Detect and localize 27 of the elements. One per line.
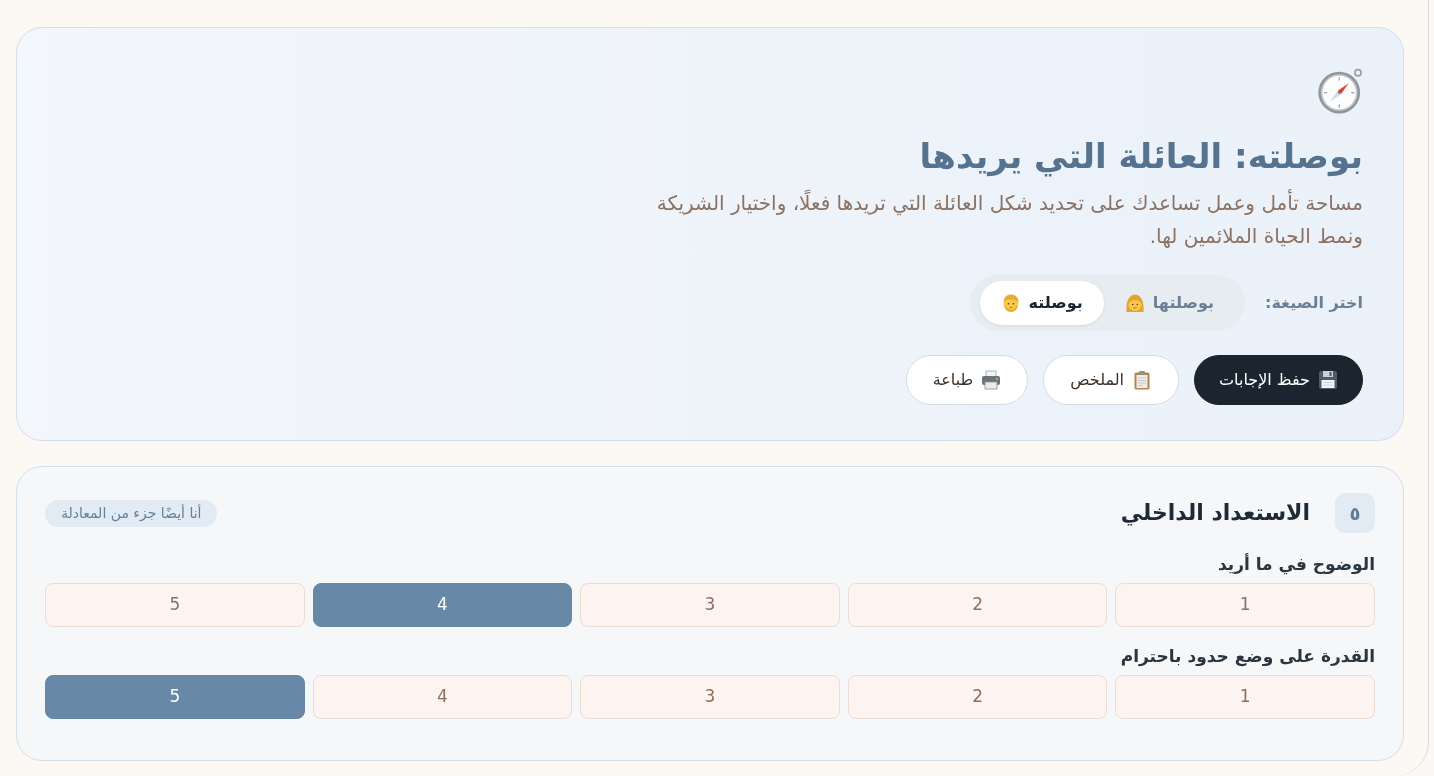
woman-face-icon [1124, 293, 1145, 313]
section-title: الاستعداد الداخلي [1120, 499, 1310, 527]
format-option[interactable]: بوصلته [979, 281, 1104, 325]
rating-option[interactable]: 1 [1115, 675, 1375, 719]
print-button[interactable]: طباعة [905, 355, 1029, 405]
format-option[interactable]: بوصلتها [1103, 281, 1235, 325]
rating-option[interactable]: 3 [580, 675, 840, 719]
rating-option[interactable]: 4 [312, 583, 573, 627]
question-label: الوضوح في ما أريد [1216, 553, 1375, 575]
rating-option[interactable]: 2 [847, 675, 1108, 719]
save-button[interactable]: حفظ الإجابات [1194, 355, 1363, 405]
compass-icon [1317, 68, 1363, 114]
summary-button[interactable]: الملخص [1043, 355, 1179, 405]
section-tag: أنا أيضًا جزء من المعادلة [45, 499, 218, 527]
format-label: اختر الصيغة: [1265, 292, 1363, 314]
rating-option[interactable]: 2 [847, 583, 1108, 627]
page-title: بوصلته: العائلة التي يريدها [918, 135, 1363, 178]
rating-option[interactable]: 5 [45, 675, 305, 719]
rating-option[interactable]: 5 [45, 583, 305, 627]
rating-option[interactable]: 3 [580, 583, 840, 627]
section-number: ٥ [1335, 493, 1375, 533]
rating-option[interactable]: 4 [312, 675, 573, 719]
clipboard-icon [1132, 370, 1152, 390]
question-label: القدرة على وضع حدود باحترام [1119, 645, 1375, 667]
page-description: مساحة تأمل وعمل تساعدك على تحديد شكل العائلة التي تريدها فعلًا، واختيار الشريكة ونمط الحياة الملائمين لها. [655, 188, 1363, 250]
rating-option[interactable]: 1 [1115, 583, 1375, 627]
printer-icon [981, 370, 1002, 390]
